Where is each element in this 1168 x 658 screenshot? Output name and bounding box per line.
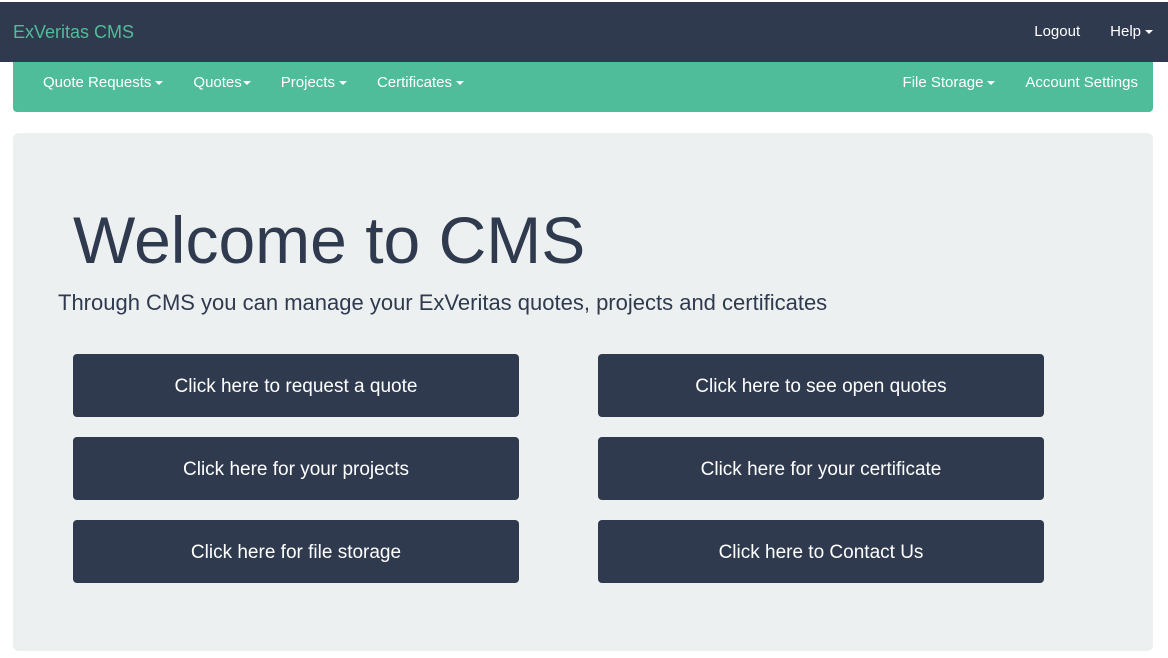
- caret-down-icon: [1145, 30, 1153, 35]
- help-dropdown[interactable]: Help: [1095, 2, 1168, 62]
- nav-certificates-label: Certificates: [376, 74, 452, 91]
- caret-down-icon: [456, 81, 464, 86]
- nav-file-storage[interactable]: File Storage: [888, 62, 1011, 104]
- nav-quotes[interactable]: Quotes: [178, 62, 265, 104]
- page-title: Welcome to CMS: [73, 203, 586, 277]
- nav-account-settings[interactable]: Account Settings: [1010, 62, 1153, 104]
- top-nav-right: Logout Help: [1019, 2, 1168, 62]
- certificate-button[interactable]: Click here for your certificate: [598, 437, 1044, 500]
- file-storage-button[interactable]: Click here for file storage: [73, 520, 519, 583]
- request-quote-button[interactable]: Click here to request a quote: [73, 354, 519, 417]
- caret-down-icon: [242, 81, 251, 86]
- subnav-left: Quote Requests Quotes Projects Certifica…: [28, 62, 479, 104]
- welcome-panel: Welcome to CMS Through CMS you can manag…: [13, 133, 1153, 651]
- nav-certificates[interactable]: Certificates: [362, 62, 479, 104]
- contact-us-button[interactable]: Click here to Contact Us: [598, 520, 1044, 583]
- open-quotes-button[interactable]: Click here to see open quotes: [598, 354, 1044, 417]
- nav-file-storage-label: File Storage: [902, 74, 984, 91]
- caret-down-icon: [155, 81, 164, 86]
- nav-quote-requests-label: Quote Requests: [43, 74, 152, 91]
- logout-label: Logout: [1034, 23, 1081, 40]
- nav-account-settings-label: Account Settings: [1025, 74, 1138, 91]
- nav-projects[interactable]: Projects: [266, 62, 362, 104]
- nav-quotes-label: Quotes: [193, 74, 242, 91]
- help-label: Help: [1110, 23, 1141, 40]
- subnav-right: File Storage Account Settings: [888, 62, 1153, 104]
- page-subtitle: Through CMS you can manage your ExVerita…: [58, 290, 828, 315]
- secondary-navbar: Quote Requests Quotes Projects Certifica…: [13, 62, 1153, 112]
- brand-link[interactable]: ExVeritas CMS: [13, 2, 134, 62]
- caret-down-icon: [987, 81, 996, 86]
- nav-quote-requests[interactable]: Quote Requests: [28, 62, 178, 104]
- projects-button[interactable]: Click here for your projects: [73, 437, 519, 500]
- caret-down-icon: [338, 81, 347, 86]
- logout-link[interactable]: Logout: [1019, 2, 1095, 62]
- nav-projects-label: Projects: [280, 74, 335, 91]
- top-navbar: ExVeritas CMS Logout Help: [0, 2, 1168, 62]
